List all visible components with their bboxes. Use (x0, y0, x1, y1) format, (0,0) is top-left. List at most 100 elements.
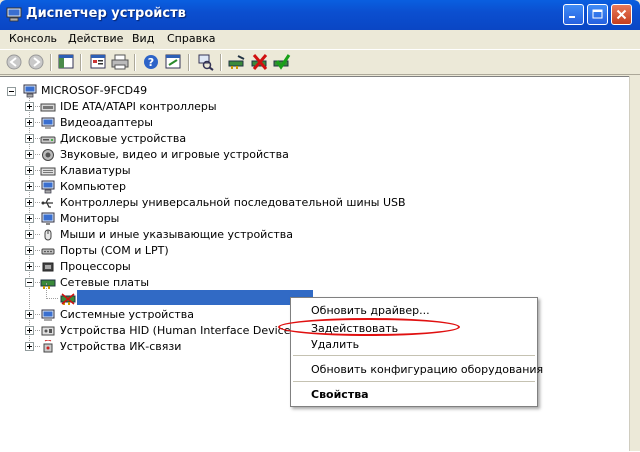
port-icon (41, 248, 55, 255)
device-manager-window: Диспетчер устройств Консоль Действие Вид… (0, 0, 640, 452)
tree-item-label: Процессоры (60, 260, 131, 273)
processor-icon (42, 262, 54, 272)
update-driver-icon[interactable] (227, 53, 247, 71)
tree-category-item[interactable]: Компьютер (0, 179, 560, 195)
tree-item-label: Системные устройства (60, 308, 194, 321)
scan-hardware-icon[interactable] (195, 53, 215, 71)
expand-icon[interactable] (25, 214, 34, 223)
expand-icon[interactable] (25, 342, 34, 351)
tree-item-label: Клавиатуры (60, 164, 131, 177)
monitor-icon (41, 212, 55, 225)
expand-icon[interactable] (25, 230, 34, 239)
disk-drive-icon (40, 136, 56, 144)
show-hide-icon[interactable] (163, 53, 183, 71)
expand-icon[interactable] (25, 102, 34, 111)
hid-icon (41, 326, 55, 336)
title-bar[interactable]: Диспетчер устройств (0, 0, 640, 30)
properties-icon[interactable] (88, 53, 108, 71)
device-manager-app-icon (6, 7, 22, 22)
menu-item-scan-hardware[interactable]: Обновить конфигурацию оборудования (311, 363, 543, 376)
display-adapter-icon (41, 117, 55, 129)
expand-icon[interactable] (25, 310, 34, 319)
toolbar-separator (220, 54, 222, 71)
window-title: Диспетчер устройств (26, 6, 186, 21)
tree-category-item[interactable]: IDE ATA/ATAPI контроллеры (0, 99, 560, 115)
system-device-icon (41, 309, 55, 321)
tree-item-label: Мыши и иные указывающие устройства (60, 228, 294, 241)
tree-category-item[interactable]: Порты (COM и LPT) (0, 243, 560, 259)
expand-icon[interactable] (25, 118, 34, 127)
tree-category-item[interactable]: Клавиатуры (0, 163, 560, 179)
close-button[interactable] (611, 4, 632, 25)
tree-item-label: Компьютер (60, 180, 126, 193)
tree-root[interactable]: MICROSOF-9FCD49 (0, 83, 300, 99)
mouse-icon (44, 229, 52, 241)
toolbar-separator (80, 54, 82, 71)
collapse-icon[interactable] (25, 278, 34, 287)
menu-action[interactable]: Действие (68, 32, 123, 45)
tree-category-item[interactable]: Контроллеры универсальной последовательн… (0, 195, 560, 211)
tree-item-label: IDE ATA/ATAPI контроллеры (60, 100, 217, 113)
tree-category-item[interactable]: Мониторы (0, 211, 560, 227)
maximize-button[interactable] (587, 4, 608, 25)
menu-help[interactable]: Справка (167, 32, 215, 45)
menu-separator (293, 355, 535, 356)
tree-category-item[interactable]: Дисковые устройства (0, 131, 560, 147)
network-adapter-icon (40, 279, 56, 289)
uninstall-icon[interactable] (250, 53, 270, 71)
tree-guideline (46, 298, 58, 299)
minimize-button[interactable] (563, 4, 584, 25)
computer-icon (23, 84, 37, 98)
vertical-scrollbar[interactable] (629, 76, 640, 451)
tree-item-label: Контроллеры универсальной последовательн… (60, 196, 406, 209)
help-icon[interactable]: ? (141, 53, 161, 71)
expand-icon[interactable] (25, 182, 34, 191)
expand-icon[interactable] (25, 134, 34, 143)
tree-item-label: Видеоадаптеры (60, 116, 153, 129)
menu-view[interactable]: Вид (132, 32, 154, 45)
back-icon[interactable] (4, 53, 24, 71)
tree-category-item[interactable]: Видеоадаптеры (0, 115, 560, 131)
tree-item-label: Дисковые устройства (60, 132, 187, 145)
menu-separator (293, 381, 535, 382)
expand-icon[interactable] (25, 150, 34, 159)
svg-text:?: ? (148, 56, 154, 69)
toolbar: ? (0, 49, 640, 75)
keyboard-icon (40, 167, 56, 176)
sound-icon (42, 149, 54, 161)
forward-icon[interactable] (26, 53, 46, 71)
usb-icon (41, 198, 53, 208)
tree-root-label: MICROSOF-9FCD49 (41, 84, 148, 97)
ide-controller-icon (40, 103, 56, 112)
menu-console[interactable]: Консоль (9, 32, 57, 45)
tree-item-label: Порты (COM и LPT) (60, 244, 169, 257)
console-tree-icon[interactable] (56, 53, 76, 71)
close-icon (616, 9, 627, 20)
expand-icon[interactable] (25, 198, 34, 207)
menu-item-properties[interactable]: Свойства (311, 388, 369, 401)
expand-icon[interactable] (25, 246, 34, 255)
tree-category-item[interactable]: Звуковые, видео и игровые устройства (0, 147, 560, 163)
computer-icon (41, 180, 55, 194)
expand-icon[interactable] (25, 166, 34, 175)
tree-item-label: Устройства ИК-связи (60, 340, 182, 353)
toolbar-separator (134, 54, 136, 71)
tree-item-label: Устройства HID (Human Interface Devices) (60, 324, 301, 337)
tree-category-item[interactable]: Мыши и иные указывающие устройства (0, 227, 560, 243)
infrared-icon (43, 340, 53, 353)
selected-row-highlight (77, 290, 313, 305)
menu-item-delete[interactable]: Удалить (311, 338, 359, 351)
expand-icon[interactable] (25, 326, 34, 335)
toolbar-separator (50, 54, 52, 71)
collapse-icon[interactable] (7, 87, 16, 96)
print-icon[interactable] (110, 53, 130, 71)
enable-device-icon[interactable] (272, 53, 292, 71)
expand-icon[interactable] (25, 262, 34, 271)
tree-category-item[interactable]: Сетевые платы (0, 275, 560, 291)
menu-bar: Консоль Действие Вид Справка (0, 30, 640, 49)
menu-item-update-driver[interactable]: Обновить драйвер... (311, 304, 430, 317)
maximize-icon (592, 9, 603, 19)
tree-item-label: Мониторы (60, 212, 120, 225)
tree-category-item[interactable]: Процессоры (0, 259, 560, 275)
tree-guideline (46, 283, 47, 299)
